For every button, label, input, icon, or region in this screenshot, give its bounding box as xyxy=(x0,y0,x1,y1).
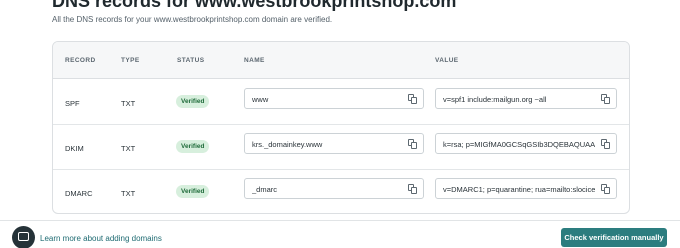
page-title: DNS records for www.westbrookprintshop.c… xyxy=(52,0,457,11)
value-value: v=DMARC1; p=quarantine; rua=mailto:sloci… xyxy=(443,185,595,194)
copy-icon[interactable] xyxy=(408,184,418,194)
table-row: DKIM TXT Verified krs._domainkey.www k=r… xyxy=(53,125,629,170)
dns-records-table: RECORD TYPE STATUS NAME VALUE SPF TXT Ve… xyxy=(52,41,630,214)
copy-icon[interactable] xyxy=(601,94,611,104)
value-field[interactable]: k=rsa; p=MIGfMA0GCSqGSIb3DQEBAQUAA4GN xyxy=(435,133,617,154)
status-badge: Verified xyxy=(176,185,210,198)
value-value: k=rsa; p=MIGfMA0GCSqGSIb3DQEBAQUAA4GN xyxy=(443,140,595,149)
type-cell: TXT xyxy=(121,144,136,153)
learn-more-link[interactable]: Learn more about adding domains xyxy=(40,234,162,243)
name-value: krs._domainkey.www xyxy=(252,140,323,149)
value-field[interactable]: v=DMARC1; p=quarantine; rua=mailto:sloci… xyxy=(435,178,617,199)
name-field[interactable]: www xyxy=(244,88,424,109)
type-cell: TXT xyxy=(121,189,136,198)
copy-icon[interactable] xyxy=(408,94,418,104)
value-field[interactable]: v=spf1 include:mailgun.org ~all xyxy=(435,88,617,109)
header-name: NAME xyxy=(244,57,265,64)
status-badge: Verified xyxy=(176,95,210,108)
name-value: _dmarc xyxy=(252,185,278,194)
record-cell: SPF xyxy=(65,99,80,108)
copy-icon[interactable] xyxy=(408,139,418,149)
table-row: SPF TXT Verified www v=spf1 include:mail… xyxy=(53,80,629,125)
status-badge: Verified xyxy=(176,140,210,153)
name-field[interactable]: _dmarc xyxy=(244,178,424,199)
chat-icon xyxy=(18,232,29,241)
name-field[interactable]: krs._domainkey.www xyxy=(244,133,424,154)
value-value: v=spf1 include:mailgun.org ~all xyxy=(443,95,547,104)
table-row: DMARC TXT Verified _dmarc v=DMARC1; p=qu… xyxy=(53,170,629,213)
record-cell: DMARC xyxy=(65,189,93,198)
record-cell: DKIM xyxy=(65,144,84,153)
name-value: www xyxy=(252,95,269,104)
header-status: STATUS xyxy=(177,57,205,64)
chat-button[interactable] xyxy=(12,226,35,248)
page-subtitle: All the DNS records for your www.westbro… xyxy=(52,15,333,24)
type-cell: TXT xyxy=(121,99,136,108)
check-verification-button[interactable]: Check verification manually xyxy=(561,228,667,247)
copy-icon[interactable] xyxy=(601,139,611,149)
table-header: RECORD TYPE STATUS NAME VALUE xyxy=(53,42,629,79)
copy-icon[interactable] xyxy=(601,184,611,194)
header-record: RECORD xyxy=(65,57,96,64)
header-type: TYPE xyxy=(121,57,140,64)
header-value: VALUE xyxy=(435,57,459,64)
